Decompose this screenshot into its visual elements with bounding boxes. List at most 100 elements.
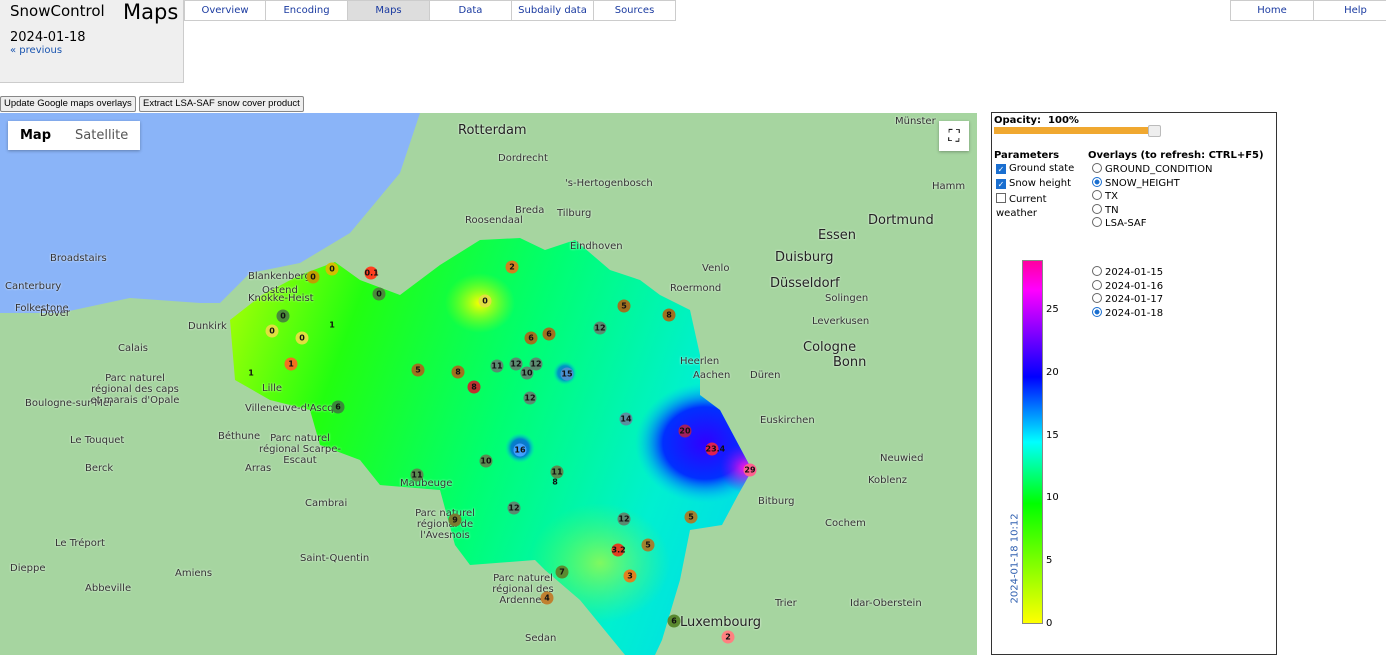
opacity-slider-handle[interactable]	[1148, 125, 1161, 137]
radio[interactable]	[1092, 293, 1102, 303]
map-label: Cambrai	[305, 498, 348, 509]
station-marker[interactable]: 8	[467, 380, 481, 394]
tab-data[interactable]: Data	[430, 0, 512, 21]
station-marker[interactable]: 9	[448, 513, 462, 527]
station-marker[interactable]: 16	[513, 443, 527, 457]
station-marker[interactable]: 5	[641, 538, 655, 552]
opacity-slider[interactable]	[994, 125, 1161, 137]
map[interactable]: Rotterdam Dordrecht's-Hertogenbosch Breda T…	[0, 113, 977, 655]
station-marker[interactable]: 4	[540, 591, 554, 605]
station-marker[interactable]: 1	[326, 319, 339, 332]
station-marker[interactable]: 6	[667, 614, 681, 628]
station-marker[interactable]: 8	[549, 476, 562, 489]
station-marker[interactable]: 2	[505, 260, 519, 274]
map-type-map[interactable]: Map	[8, 121, 63, 150]
radio[interactable]	[1092, 163, 1102, 173]
current-date: 2024-01-18	[10, 30, 86, 45]
station-marker[interactable]: 3	[623, 569, 637, 583]
update-overlays-button[interactable]: Update Google maps overlays	[0, 96, 136, 112]
map-label: Essen	[818, 228, 856, 243]
station-marker[interactable]: 2	[721, 630, 735, 644]
station-marker[interactable]: 0.1	[364, 266, 379, 280]
station-marker[interactable]: 3.2	[611, 543, 626, 557]
station-marker[interactable]: 1	[284, 357, 298, 371]
station-marker[interactable]: 0	[276, 309, 290, 323]
overlay-snow_height[interactable]: SNOW_HEIGHT	[1092, 176, 1180, 189]
station-marker[interactable]: 8	[451, 365, 465, 379]
station-marker[interactable]: 11	[490, 359, 504, 373]
station-marker[interactable]: 6	[542, 327, 556, 341]
station-marker[interactable]: 12	[617, 512, 631, 526]
date-2024-01-15[interactable]: 2024-01-15	[1092, 266, 1163, 278]
station-marker[interactable]: 0	[295, 331, 309, 345]
date-label: 2024-01-16	[1105, 280, 1164, 292]
previous-link[interactable]: « previous	[10, 45, 62, 56]
checkbox[interactable]	[996, 193, 1006, 203]
map-label: Lille	[262, 383, 283, 394]
station-marker[interactable]: 1	[245, 367, 258, 380]
station-marker[interactable]: 14	[619, 412, 633, 426]
tab-help[interactable]: Help	[1314, 0, 1386, 21]
radio[interactable]	[1092, 266, 1102, 276]
overlay-ground_condition[interactable]: GROUND_CONDITION	[1092, 163, 1212, 175]
fullscreen-icon[interactable]: ⛶	[939, 121, 969, 151]
station-marker[interactable]: 0	[265, 324, 279, 338]
colorbar	[1022, 260, 1043, 624]
radio[interactable]	[1092, 176, 1102, 187]
station-marker[interactable]: 0	[478, 294, 492, 308]
station-marker[interactable]: 0	[306, 270, 320, 284]
overlay-lsa-saf[interactable]: LSA-SAF	[1092, 217, 1146, 229]
station-marker[interactable]: 29	[743, 463, 757, 477]
tab-sources[interactable]: Sources	[594, 0, 676, 21]
date-2024-01-17[interactable]: 2024-01-17	[1092, 293, 1163, 305]
checkbox[interactable]: ✓	[996, 164, 1006, 174]
tab-overview[interactable]: Overview	[184, 0, 266, 21]
station-marker[interactable]: 5	[411, 363, 425, 377]
station-marker[interactable]: 10	[479, 454, 493, 468]
station-marker[interactable]: 6	[331, 400, 345, 414]
station-marker[interactable]: 12	[507, 501, 521, 515]
overlay-tn[interactable]: TN	[1092, 203, 1119, 216]
map-label: Trier	[775, 598, 797, 609]
station-marker[interactable]: 12	[523, 391, 537, 405]
station-marker[interactable]: 23.4	[705, 442, 725, 456]
station-marker[interactable]: 10	[520, 366, 534, 380]
tab-encoding[interactable]: Encoding	[266, 0, 348, 21]
overlay-label: TN	[1105, 204, 1119, 216]
map-label: Amiens	[175, 568, 213, 579]
station-marker[interactable]: 5	[684, 510, 698, 524]
station-marker[interactable]: 0	[325, 262, 339, 276]
radio[interactable]	[1092, 203, 1102, 214]
station-marker[interactable]: 20	[678, 424, 692, 438]
radio[interactable]	[1092, 217, 1102, 227]
checkbox[interactable]: ✓	[996, 179, 1006, 189]
map-label: Roermond	[670, 283, 722, 294]
map-label: Düren	[750, 370, 781, 381]
map-label: Euskirchen	[760, 415, 815, 426]
parameter-current-weather[interactable]: Current weather	[996, 193, 1066, 221]
overlay-tx[interactable]: TX	[1092, 190, 1118, 202]
station-marker[interactable]: 0	[372, 287, 386, 301]
station-marker[interactable]: 15	[560, 367, 574, 381]
colorbar-tick: 20	[1046, 366, 1059, 378]
radio[interactable]	[1092, 279, 1102, 290]
parameter-ground-state[interactable]: ✓ Ground state	[996, 163, 1074, 174]
radio[interactable]	[1092, 306, 1102, 317]
tab-home[interactable]: Home	[1230, 0, 1314, 21]
parameter-label: Snow height	[1009, 178, 1072, 189]
date-2024-01-16[interactable]: 2024-01-16	[1092, 279, 1164, 292]
map-type-satellite[interactable]: Satellite	[63, 121, 140, 150]
station-marker[interactable]: 5	[617, 299, 631, 313]
date-2024-01-18[interactable]: 2024-01-18	[1092, 306, 1163, 319]
parameter-snow-height[interactable]: ✓ Snow height	[996, 178, 1071, 189]
station-marker[interactable]: 11	[410, 468, 424, 482]
tab-maps[interactable]: Maps	[348, 0, 430, 21]
station-marker[interactable]: 8	[662, 308, 676, 322]
extract-lsa-saf-button[interactable]: Extract LSA-SAF snow cover product	[139, 96, 304, 112]
tab-subdaily-data[interactable]: Subdaily data	[512, 0, 594, 21]
station-marker[interactable]: 12	[593, 321, 607, 335]
station-marker[interactable]: 7	[555, 565, 569, 579]
radio[interactable]	[1092, 190, 1102, 200]
station-marker[interactable]: 6	[524, 331, 538, 345]
map-label: Luxembourg	[680, 615, 762, 630]
